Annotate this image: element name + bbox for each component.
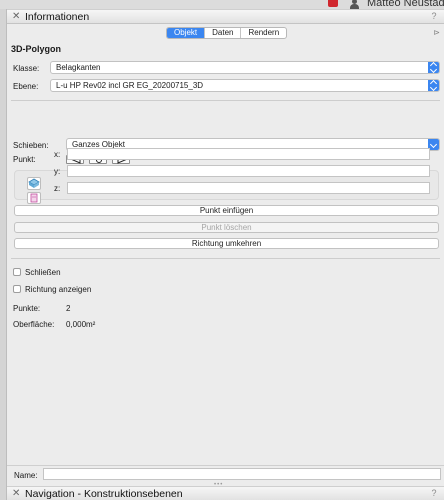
help-icon[interactable]: ? (429, 488, 439, 499)
chevron-updown-icon (428, 80, 439, 91)
y-label: y: (54, 167, 61, 176)
klasse-label: Klasse: (13, 64, 40, 73)
surface-label: Oberfläche: (13, 320, 55, 329)
panel-menu-arrow-icon[interactable]: ⊳ (433, 28, 440, 37)
reverse-direction-button[interactable]: Richtung umkehren (14, 238, 439, 249)
user-name[interactable]: Matteo Neustad (367, 0, 444, 9)
ebene-label: Ebene: (13, 82, 39, 91)
y-field[interactable] (67, 165, 430, 177)
z-field[interactable] (67, 182, 430, 194)
close-icon[interactable]: ✕ (12, 11, 20, 22)
help-icon[interactable]: ? (429, 11, 439, 22)
object-type-title: 3D-Polygon (11, 44, 62, 54)
tab-objekt[interactable]: Objekt (167, 28, 205, 38)
person-icon[interactable] (350, 0, 359, 9)
x-label: x: (54, 150, 61, 159)
name-bar: Name: (7, 465, 444, 482)
punkt-label: Punkt: (13, 155, 36, 164)
top-toolbar: Matteo Neustad (0, 0, 444, 9)
tab-daten[interactable]: Daten (204, 28, 240, 38)
divider (11, 100, 440, 101)
3d-view-icon[interactable] (27, 177, 41, 190)
close-icon[interactable]: ✕ (12, 488, 20, 499)
close-checkbox[interactable] (13, 268, 21, 276)
chevron-updown-icon (428, 62, 439, 73)
info-panel-header[interactable]: ✕ Informationen ? (7, 9, 444, 24)
z-label: z: (54, 184, 61, 193)
points-value: 2 (66, 304, 71, 313)
panel-title: Navigation - Konstruktionsebenen (25, 488, 183, 500)
x-field[interactable] (67, 148, 430, 160)
left-dock-edge (0, 9, 7, 500)
delete-point-button[interactable]: Punkt löschen (14, 222, 439, 233)
close-checkbox-label[interactable]: Schließen (25, 268, 61, 277)
name-input[interactable] (43, 468, 441, 480)
schieben-label: Schieben: (13, 141, 49, 150)
panel-title: Informationen (25, 11, 90, 23)
insert-point-button[interactable]: Punkt einfügen (14, 205, 439, 216)
klasse-select[interactable]: Belagkanten (50, 61, 440, 74)
show-direction-label[interactable]: Richtung anzeigen (25, 285, 91, 294)
name-label: Name: (14, 471, 38, 480)
tab-rendern[interactable]: Rendern (240, 28, 286, 38)
points-label: Punkte: (13, 304, 41, 313)
klasse-value: Belagkanten (56, 63, 101, 72)
ebene-select[interactable]: L-u HP Rev02 incl GR EG_20200715_3D (50, 79, 440, 92)
show-direction-checkbox[interactable] (13, 285, 21, 293)
divider (11, 258, 440, 259)
navigation-panel-header[interactable]: ✕ Navigation - Konstruktionsebenen ? (7, 486, 444, 500)
red-flag-icon[interactable] (328, 0, 338, 7)
ebene-value: L-u HP Rev02 incl GR EG_20200715_3D (56, 81, 204, 90)
tab-bar: Objekt Daten Rendern (166, 27, 288, 39)
surface-value: 0,000m² (66, 320, 96, 329)
page-icon[interactable] (27, 192, 41, 204)
